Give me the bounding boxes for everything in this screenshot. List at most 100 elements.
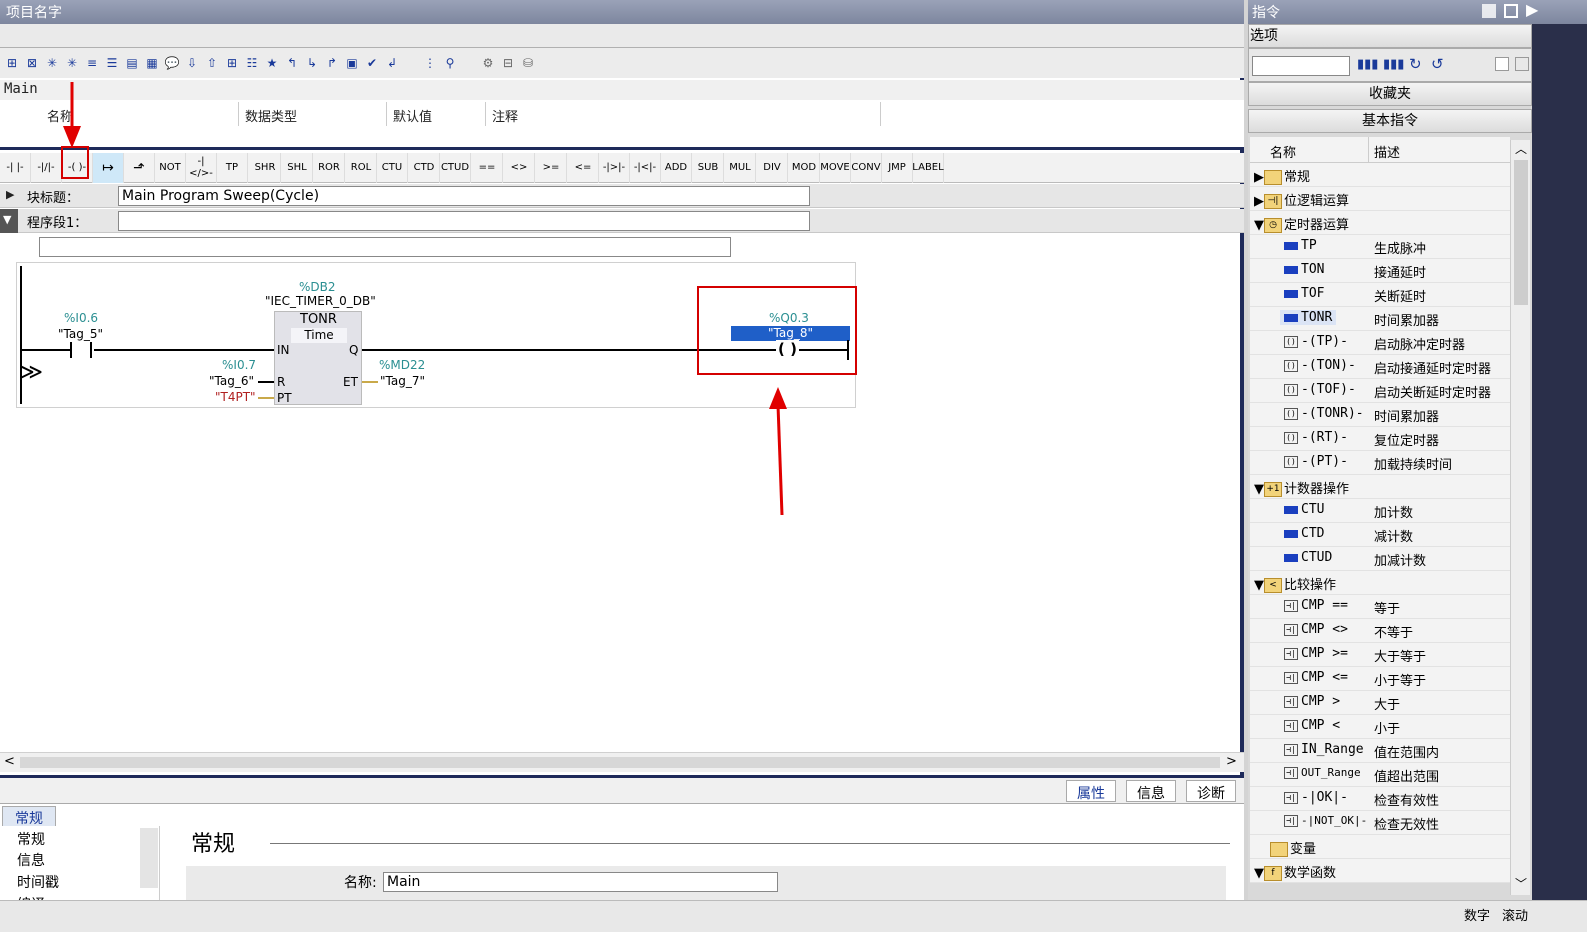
download-icon[interactable]: ⇩: [184, 55, 200, 71]
tree-item-tp-coil[interactable]: () -(TP)- 启动脉冲定时器: [1250, 331, 1510, 355]
branch-close-button[interactable]: ⬏: [124, 153, 155, 183]
insert-network-icon[interactable]: ⊞: [4, 55, 20, 71]
tp-button[interactable]: TP: [217, 153, 248, 183]
ctd-button[interactable]: CTD: [409, 153, 440, 183]
et-tag[interactable]: "Tag_7": [380, 374, 425, 388]
not-button[interactable]: NOT: [155, 153, 186, 183]
mod-button[interactable]: MOD: [789, 153, 820, 183]
nav-scrollbar[interactable]: [140, 828, 158, 888]
sort-icon[interactable]: ▮▮▮: [1357, 57, 1378, 72]
scroll-up-icon[interactable]: ︿: [1515, 140, 1527, 157]
tree-item-cmp-ne[interactable]: ⊣| CMP <> 不等于: [1250, 619, 1510, 643]
expand-right-icon[interactable]: ▶: [1526, 0, 1538, 19]
upload-icon[interactable]: ⇧: [204, 55, 220, 71]
window-icon[interactable]: ▤: [124, 55, 140, 71]
tree-folder-variant[interactable]: 变量: [1250, 835, 1510, 859]
scroll-right-icon[interactable]: >: [1226, 754, 1237, 769]
no-contact[interactable]: [70, 342, 94, 358]
lt-button[interactable]: -|<|-: [630, 153, 661, 183]
comment-icon[interactable]: 💬: [164, 55, 180, 71]
layout-icon[interactable]: [1504, 4, 1518, 18]
network-title-input[interactable]: [118, 211, 810, 231]
nav-info[interactable]: 信息: [17, 850, 45, 870]
tree-item-cmp-ge[interactable]: ⊣| CMP >= 大于等于: [1250, 643, 1510, 667]
list2-icon[interactable]: ☷: [244, 55, 260, 71]
tree-item-cmp-eq[interactable]: ⊣| CMP == 等于: [1250, 595, 1510, 619]
tree-folder-timers[interactable]: ▼ ◷ 定时器运算: [1250, 211, 1510, 235]
ge-button[interactable]: >=: [536, 153, 567, 183]
jmp-button[interactable]: JMP: [882, 153, 913, 183]
nav-general[interactable]: 常规: [17, 829, 45, 849]
database-icon[interactable]: ⛁: [520, 55, 536, 71]
ror-button[interactable]: ROR: [314, 153, 345, 183]
next-icon[interactable]: ↱: [324, 55, 340, 71]
tree-item-rt-coil[interactable]: () -(RT)- 复位定时器: [1250, 427, 1510, 451]
tree-vertical-scrollbar[interactable]: ︿ ﹀: [1510, 140, 1530, 895]
eq-button[interactable]: ==: [472, 153, 503, 183]
horizontal-scrollbar[interactable]: < >: [0, 752, 1244, 772]
tab-properties[interactable]: 属性: [1066, 780, 1116, 802]
ctu-button[interactable]: CTU: [377, 153, 408, 183]
goto-error-icon[interactable]: ↳: [304, 55, 320, 71]
tree-item-in-range[interactable]: ⊣| IN_Range 值在范围内: [1250, 739, 1510, 763]
tonr-block[interactable]: TONR Time IN Q R ET PT: [274, 311, 362, 405]
nav-timestamp[interactable]: 时间戳: [17, 872, 59, 892]
no-contact-button[interactable]: -| |-: [0, 153, 31, 183]
collapse-icon[interactable]: ≡: [84, 55, 100, 71]
move-button[interactable]: MOVE: [820, 153, 851, 183]
collapse-triangle-icon[interactable]: ▼: [0, 209, 18, 233]
r-tag[interactable]: "Tag_6": [209, 374, 254, 388]
tree-item-not-ok[interactable]: ⊣| -|NOT_OK|- 检查无效性: [1250, 811, 1510, 835]
tree-item-tonr-coil[interactable]: () -(TONR)- 时间累加器: [1250, 403, 1510, 427]
tab-info[interactable]: 信息: [1126, 780, 1176, 802]
tools-icon[interactable]: ⚙: [480, 55, 496, 71]
shl-button[interactable]: SHL: [282, 153, 313, 183]
tree-item-out-range[interactable]: ⊣| OUT_Range 值超出范围: [1250, 763, 1510, 787]
tree-folder-general[interactable]: ▶ 常规: [1250, 163, 1510, 187]
tree-item-tof[interactable]: TOF 关断延时: [1250, 283, 1510, 307]
block-title-input[interactable]: Main Program Sweep(Cycle): [118, 186, 810, 206]
list-view-icon[interactable]: [1515, 57, 1529, 71]
branch-open-button[interactable]: ↦: [93, 153, 124, 183]
pin-icon[interactable]: ⚲: [442, 55, 458, 71]
tree-item-tof-coil[interactable]: () -(TOF)- 启动关断延时定时器: [1250, 379, 1510, 403]
shr-button[interactable]: SHR: [250, 153, 281, 183]
settings-icon[interactable]: ⋮: [422, 55, 438, 71]
tree-item-ctd[interactable]: CTD 减计数: [1250, 523, 1510, 547]
label-button[interactable]: LABEL: [912, 153, 944, 183]
monitor-icon[interactable]: ▣: [344, 55, 360, 71]
tree-folder-math[interactable]: ▼ f 数学函数: [1250, 859, 1510, 883]
update-icon[interactable]: ↺: [1431, 55, 1444, 73]
network-view-icon[interactable]: ▦: [144, 55, 160, 71]
basic-instructions-bar[interactable]: 基本指令: [1248, 109, 1532, 133]
add-button[interactable]: ADD: [661, 153, 692, 183]
conv-button[interactable]: CONV: [851, 153, 882, 183]
scroll-down-icon[interactable]: ﹀: [1515, 875, 1527, 892]
tree-item-ctud[interactable]: CTUD 加减计数: [1250, 547, 1510, 571]
refresh-icon[interactable]: ↻: [1409, 55, 1422, 73]
rol-button[interactable]: ROL: [346, 153, 377, 183]
expand-triangle-icon[interactable]: ▶: [6, 188, 14, 201]
name-input[interactable]: Main: [383, 872, 778, 892]
tree-item-pt-coil[interactable]: () -(PT)- 加载持续时间: [1250, 451, 1510, 475]
instruction-tree[interactable]: ▶ 常规 ▶ ⊣| 位逻辑运算 ▼ ◷ 定时器运算 TP 生成脉冲 TON 接通延时 TOF 关…: [1250, 163, 1520, 883]
compile-icon[interactable]: ⊞: [224, 55, 240, 71]
favorite-icon[interactable]: ★: [264, 55, 280, 71]
ctud-button[interactable]: CTUD: [440, 153, 471, 183]
tree-item-ctu[interactable]: CTU 加计数: [1250, 499, 1510, 523]
restore-icon[interactable]: [1482, 4, 1496, 18]
contact1-tag[interactable]: "Tag_5": [58, 327, 103, 341]
insert-row-icon[interactable]: ✳: [44, 55, 60, 71]
gt-button[interactable]: -|>|-: [599, 153, 630, 183]
ne-button[interactable]: <>: [504, 153, 535, 183]
tree-folder-bit-logic[interactable]: ▶ ⊣| 位逻辑运算: [1250, 187, 1510, 211]
tab-diagnostics[interactable]: 诊断: [1186, 780, 1236, 802]
div-button[interactable]: DIV: [757, 153, 788, 183]
db-name[interactable]: "IEC_TIMER_0_DB": [265, 294, 376, 308]
pt-value[interactable]: "T4PT": [215, 390, 256, 404]
favorites-bar[interactable]: 收藏夹: [1248, 82, 1532, 106]
mul-button[interactable]: MUL: [725, 153, 756, 183]
nc-contact-button[interactable]: -|/|-: [31, 153, 62, 183]
sub-button[interactable]: SUB: [693, 153, 724, 183]
view-icon[interactable]: [1495, 57, 1509, 71]
